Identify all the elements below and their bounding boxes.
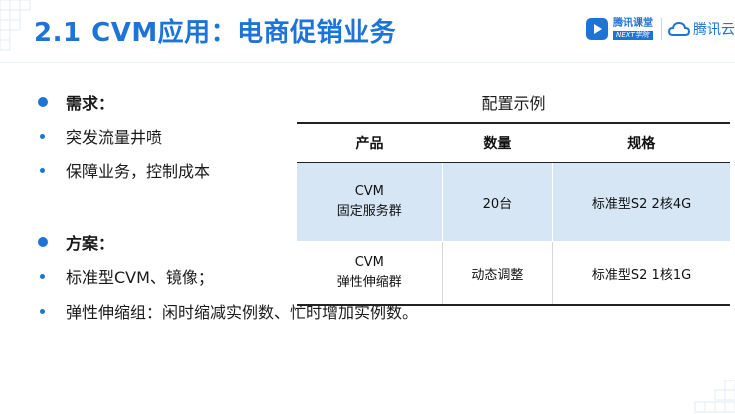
cell-spec: 标准型S2 2核4G: [552, 162, 730, 242]
list-item-text: 突发流量井喷: [66, 128, 163, 147]
bullet-icon: [40, 133, 45, 139]
product-group: 固定服务群: [336, 204, 402, 219]
slide: 2.1 CVM应用：电商促销业务 腾讯课堂 NEXT学院 腾讯云 需求： 突发流…: [0, 0, 735, 414]
list-item: 突发流量井喷: [38, 124, 162, 148]
list-item-text: 保障业务，控制成本: [66, 162, 211, 181]
solution-heading-text: 方案：: [66, 234, 115, 253]
bullet-icon: [38, 97, 48, 107]
tencent-cloud-text: 腾讯云: [693, 22, 735, 38]
header-quantity: 数量: [442, 122, 553, 163]
list-item: 保障业务，控制成本: [38, 158, 210, 182]
requirements-heading-text: 需求：: [66, 94, 115, 113]
next-logo-cn: 腾讯课堂: [613, 17, 653, 29]
cell-spec: 标准型S2 1核1G: [552, 241, 730, 306]
product-name: CVM: [354, 184, 384, 199]
bullet-icon: [38, 237, 48, 247]
header-spec: 规格: [552, 122, 730, 163]
bullet-icon: [40, 308, 45, 314]
product-name: CVM: [354, 255, 384, 270]
logo-area: 腾讯课堂 NEXT学院 腾讯云: [585, 14, 735, 44]
slide-title: 2.1 CVM应用：电商促销业务: [34, 18, 397, 48]
config-table: 产品 数量 规格 CVM 固定服务群 20台 标准型S2 2核4G CVM 弹性…: [297, 122, 730, 306]
cell-quantity: 动态调整: [441, 241, 553, 306]
next-logo-en: NEXT学院: [613, 30, 653, 40]
requirements-heading: 需求：: [38, 90, 114, 114]
list-item-text: 标准型CVM、镜像；: [66, 268, 214, 287]
table-row: CVM 弹性伸缩群 动态调整 标准型S2 1核1G: [297, 241, 730, 306]
bullet-icon: [40, 167, 45, 173]
slide-header: 2.1 CVM应用：电商促销业务 腾讯课堂 NEXT学院 腾讯云: [0, 0, 735, 68]
header-divider: [0, 62, 735, 63]
header-product: 产品: [297, 122, 443, 163]
next-academy-logo: 腾讯课堂 NEXT学院: [585, 17, 653, 41]
cell-quantity: 20台: [441, 162, 553, 242]
cloud-icon: [668, 21, 690, 36]
logo-divider: [661, 18, 662, 40]
corner-grid-decoration-bottom: [694, 380, 735, 413]
table-row: CVM 固定服务群 20台 标准型S2 2核4G: [297, 162, 730, 242]
cell-product: CVM 弹性伸缩群: [297, 241, 443, 306]
cell-product: CVM 固定服务群: [297, 162, 443, 242]
product-group: 弹性伸缩群: [336, 275, 402, 290]
solution-heading: 方案：: [38, 230, 114, 254]
list-item: 标准型CVM、镜像；: [38, 264, 214, 288]
play-icon: [586, 18, 608, 40]
table-caption: 配置示例: [481, 94, 546, 113]
tencent-cloud-logo: 腾讯云: [668, 19, 735, 39]
table-header-row: 产品 数量 规格: [297, 122, 730, 163]
bullet-icon: [40, 273, 45, 279]
